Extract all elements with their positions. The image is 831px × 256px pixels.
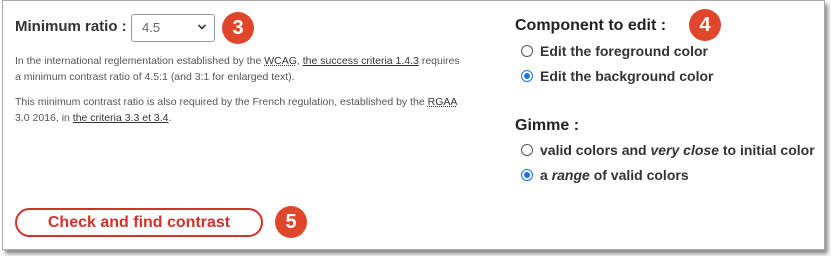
wcag-info-text-1: In the international reglementation esta… [15, 55, 265, 67]
range-option[interactable]: a range of valid colors [521, 166, 689, 184]
wcag-abbr[interactable]: WCAG [264, 55, 297, 67]
range-suffix: of valid colors [589, 167, 689, 183]
minimum-ratio-value: 4.5 [142, 20, 161, 35]
radio-range[interactable] [521, 169, 533, 181]
wcag-info-paragraph: In the international reglementation esta… [15, 53, 465, 85]
very-close-prefix: valid colors and [540, 142, 651, 158]
component-to-edit-heading: Component to edit : [515, 17, 667, 34]
range-label: a range of valid colors [540, 167, 689, 183]
minimum-ratio-select[interactable]: 4.5 [131, 14, 215, 42]
range-prefix: a [540, 167, 552, 183]
contrast-settings-panel: Minimum ratio : 4.5 3 In the internation… [2, 0, 825, 250]
rgaa-info-text-1: This minimum contrast ratio is also requ… [15, 96, 428, 108]
gimme-heading: Gimme : [515, 117, 580, 134]
rgaa-info-text-2: 3.0 2016, in [15, 112, 73, 124]
rgaa-abbr: RGAA [427, 96, 457, 108]
radio-background[interactable] [521, 70, 533, 82]
criteria-link[interactable]: the criteria 3.3 et 3.4 [73, 112, 169, 124]
edit-foreground-label: Edit the foreground color [540, 43, 708, 59]
very-close-emphasis: very close [650, 142, 719, 158]
rgaa-info-text-3: . [168, 112, 172, 124]
check-and-find-contrast-button[interactable]: Check and find contrast [15, 208, 263, 237]
chevron-down-icon [197, 24, 207, 30]
range-emphasis: range [551, 167, 590, 183]
success-criteria-link[interactable]: the success criteria 1.4.3 [303, 55, 419, 67]
rgaa-info-paragraph: This minimum contrast ratio is also requ… [15, 94, 465, 126]
step-badge-5: 5 [275, 206, 307, 238]
very-close-suffix: to initial color [718, 142, 815, 158]
minimum-ratio-label: Minimum ratio : [15, 18, 127, 35]
edit-background-option[interactable]: Edit the background color [521, 67, 713, 85]
edit-background-label: Edit the background color [540, 68, 714, 84]
step-badge-3: 3 [222, 12, 254, 44]
very-close-option[interactable]: valid colors and very close to initial c… [521, 141, 815, 159]
step-badge-4: 4 [689, 9, 721, 41]
very-close-label: valid colors and very close to initial c… [540, 142, 815, 158]
radio-very-close[interactable] [521, 144, 533, 156]
radio-foreground[interactable] [521, 45, 533, 57]
edit-foreground-option[interactable]: Edit the foreground color [521, 42, 708, 60]
